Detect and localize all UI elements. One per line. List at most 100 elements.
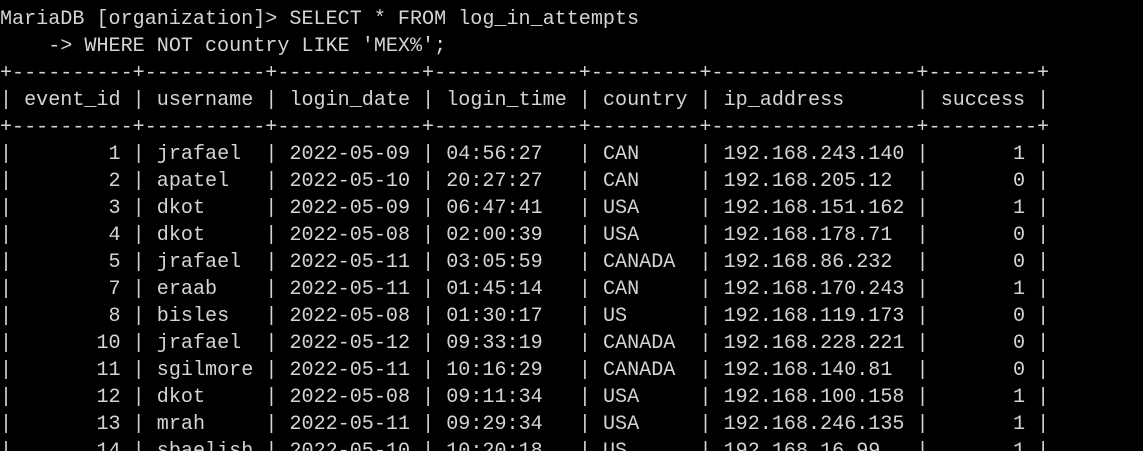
table-header-border: +----------+----------+------------+----… (0, 116, 1050, 139)
cell-country: USA (602, 197, 640, 220)
column-header-username: username (156, 89, 254, 112)
table-row: | 2 | apatel | 2022-05-10 | 20:27:27 | C… (0, 170, 1050, 193)
cell-login-date: 2022-05-12 (289, 332, 411, 355)
cell-country: USA (603, 386, 640, 409)
cell-success: 0 (1013, 170, 1026, 193)
table-row: | 1 | jrafael | 2022-05-09 | 04:56:27 | … (0, 143, 1050, 166)
cell-login-date: 2022-05-09 (289, 197, 411, 220)
cell-country: US (602, 305, 628, 328)
cell-ip-address: 192.168.205.12 (723, 170, 893, 193)
cell-country: US (603, 440, 627, 451)
column-header-login-date: login_date (289, 89, 411, 112)
query-text-1: SELECT * FROM log_in_attempts (289, 8, 640, 31)
cell-username: eraab (156, 278, 218, 301)
table-row: | 8 | bisles | 2022-05-08 | 01:30:17 | U… (0, 305, 1050, 328)
cell-event-id: 1 (108, 143, 121, 166)
cell-login-time: 06:47:41 (446, 197, 543, 220)
cell-success: 1 (1013, 197, 1026, 220)
cell-event-id: 3 (108, 197, 121, 220)
cell-login-date: 2022-05-11 (289, 359, 411, 382)
cell-ip-address: 192.168.243.140 (723, 143, 905, 166)
terminal-window[interactable]: MariaDB [organization]> SELECT * FROM lo… (0, 0, 1143, 451)
cell-country: USA (602, 224, 640, 247)
table-row: | 7 | eraab | 2022-05-11 | 01:45:14 | CA… (0, 278, 1050, 301)
cell-ip-address: 192.168.16.99 (724, 440, 881, 451)
cell-username: apatel (156, 170, 230, 193)
cell-ip-address: 192.168.246.135 (723, 413, 905, 436)
cell-ip-address: 192.168.228.221 (723, 332, 905, 355)
cell-login-date: 2022-05-10 (289, 170, 411, 193)
cell-ip-address: 192.168.151.162 (723, 197, 905, 220)
cell-login-date: 2022-05-08 (289, 305, 411, 328)
cell-event-id: 13 (96, 413, 121, 436)
cell-username: bisles (156, 305, 230, 328)
cell-event-id: 5 (108, 251, 121, 274)
table-row: | 10 | jrafael | 2022-05-12 | 09:33:19 |… (0, 332, 1050, 355)
cell-success: 1 (1013, 386, 1026, 409)
column-header-event-id: event_id (24, 89, 121, 112)
mariadb-prompt: MariaDB [organization]> (0, 8, 290, 31)
cell-username: dkot (156, 386, 206, 409)
cell-login-date: 2022-05-10 (289, 440, 410, 451)
cell-success: 1 (1013, 278, 1026, 301)
cell-username: jrafael (156, 143, 242, 166)
cell-ip-address: 192.168.86.232 (723, 251, 893, 274)
table-top-border: +----------+----------+------------+----… (0, 62, 1050, 85)
table-row: | 4 | dkot | 2022-05-08 | 02:00:39 | USA… (0, 224, 1050, 247)
table-row: | 3 | dkot | 2022-05-09 | 06:47:41 | USA… (0, 197, 1050, 220)
cell-username: dkot (156, 224, 206, 247)
cell-username: jrafael (156, 332, 242, 355)
cell-event-id: 7 (108, 278, 121, 301)
cell-username: dkot (156, 197, 206, 220)
cell-username: sbaelish (157, 440, 253, 451)
cell-success: 0 (1013, 359, 1026, 382)
cell-login-time: 01:45:14 (446, 278, 543, 301)
cell-success: 0 (1013, 332, 1026, 355)
cell-ip-address: 192.168.170.243 (723, 278, 905, 301)
cell-login-date: 2022-05-08 (289, 386, 411, 409)
cell-event-id: 2 (108, 170, 121, 193)
cell-login-time: 09:29:34 (446, 413, 543, 436)
column-header-login-time: login_time (446, 89, 567, 112)
cell-country: CANADA (603, 332, 676, 355)
cell-login-date: 2022-05-08 (289, 224, 411, 247)
query-line-1: MariaDB [organization]> SELECT * FROM lo… (0, 6, 1143, 33)
table-body: | 1 | jrafael | 2022-05-09 | 04:56:27 | … (0, 141, 1143, 451)
cell-username: sgilmore (156, 359, 254, 382)
cell-event-id: 10 (96, 332, 121, 355)
table-row: | 5 | jrafael | 2022-05-11 | 03:05:59 | … (0, 251, 1050, 274)
cell-ip-address: 192.168.140.81 (723, 359, 893, 382)
cell-login-time: 09:11:34 (446, 386, 543, 409)
cell-event-id: 4 (108, 224, 121, 247)
column-header-country: country (603, 89, 688, 112)
cell-login-time: 04:56:27 (446, 143, 543, 166)
column-header-success: success (940, 89, 1026, 112)
cell-success: 1 (1013, 440, 1025, 451)
cell-login-time: 01:30:17 (446, 305, 543, 328)
cell-login-time: 03:05:59 (446, 251, 543, 274)
cell-login-date: 2022-05-09 (289, 143, 411, 166)
table-row: | 11 | sgilmore | 2022-05-11 | 10:16:29 … (0, 359, 1050, 382)
table-row: | 13 | mrah | 2022-05-11 | 09:29:34 | US… (0, 413, 1050, 436)
table-header-row: | event_id | username | login_date | log… (0, 89, 1050, 112)
table-row: | 14 | sbaelish | 2022-05-10 | 10:20:18 … (0, 438, 1143, 451)
continuation-prompt: -> (0, 35, 85, 58)
cell-success: 0 (1013, 224, 1026, 247)
cell-login-time: 10:16:29 (446, 359, 543, 382)
cell-login-date: 2022-05-11 (289, 278, 411, 301)
query-text-2: WHERE NOT country LIKE 'MEX%'; (84, 35, 447, 58)
column-header-ip-address: ip_address (723, 89, 845, 112)
cell-success: 0 (1013, 305, 1026, 328)
cell-country: CANADA (603, 251, 676, 274)
cell-country: CAN (602, 278, 640, 301)
cell-country: CAN (602, 170, 640, 193)
cell-success: 1 (1013, 413, 1026, 436)
cell-country: CANADA (603, 359, 676, 382)
cell-event-id: 11 (96, 359, 121, 382)
cell-country: USA (603, 413, 640, 436)
cell-login-date: 2022-05-11 (289, 413, 411, 436)
cell-ip-address: 192.168.100.158 (723, 386, 905, 409)
table-row: | 12 | dkot | 2022-05-08 | 09:11:34 | US… (0, 386, 1050, 409)
cell-success: 0 (1013, 251, 1026, 274)
query-line-2: -> WHERE NOT country LIKE 'MEX%'; (0, 33, 1143, 60)
